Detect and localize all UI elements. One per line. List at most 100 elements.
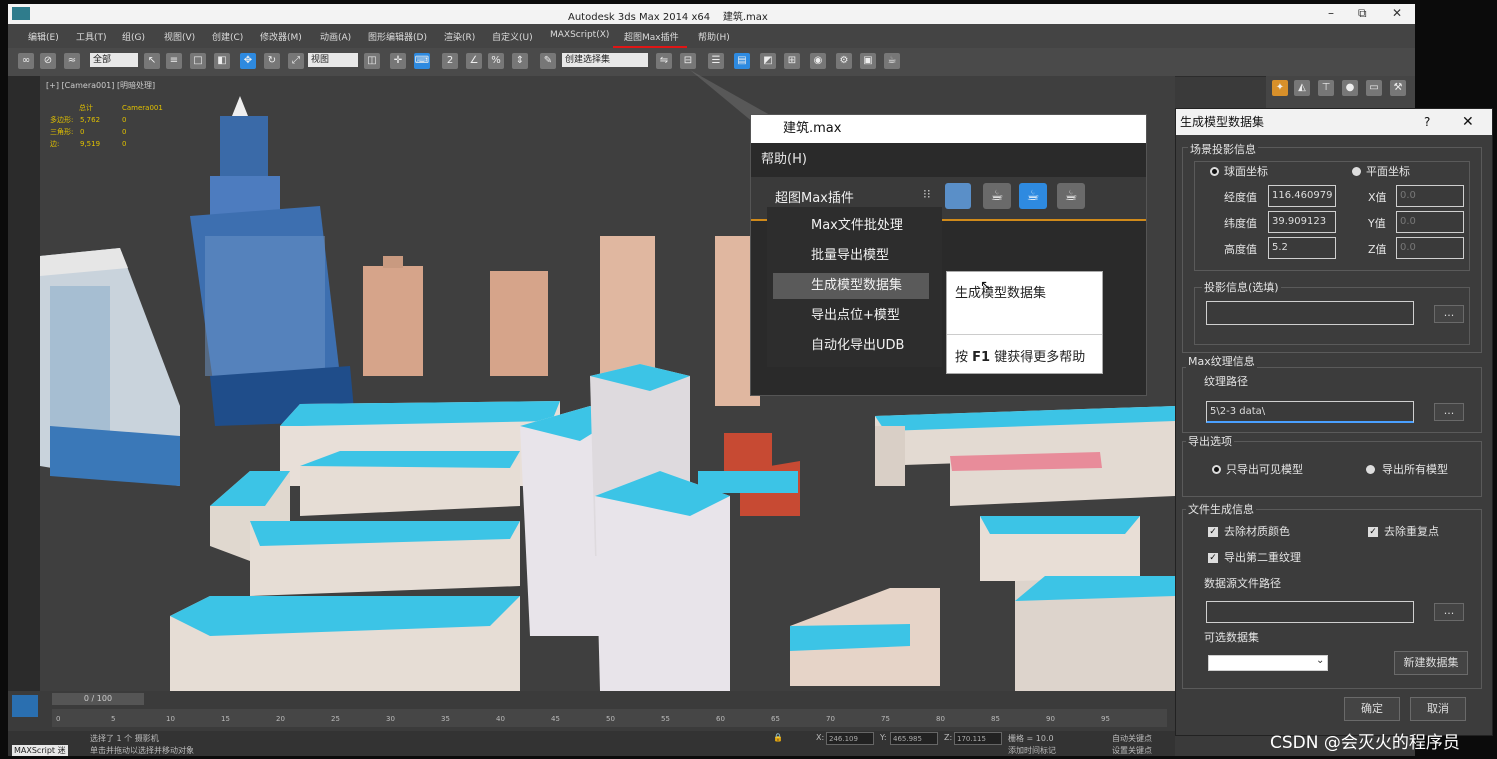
rect-region-icon[interactable]: □ (190, 53, 206, 69)
render-setup-icon[interactable]: ⚙ (836, 53, 852, 69)
dataset-icon[interactable] (945, 183, 971, 209)
z-coord-field[interactable]: 170.115 (954, 732, 1002, 745)
menu-animation[interactable]: 动画(A) (320, 30, 351, 43)
lock-icon[interactable]: 🔒 (773, 733, 783, 742)
radio-export-all[interactable] (1366, 465, 1375, 474)
menu-item-batch-process[interactable]: Max文件批处理 (773, 213, 929, 239)
radio-visible-only[interactable] (1212, 465, 1221, 474)
menu-create[interactable]: 创建(C) (212, 30, 243, 43)
lon-field[interactable]: 116.460979 (1268, 185, 1336, 207)
viewport-label[interactable]: [+] [Camera001] [明暗处理] (46, 80, 155, 91)
menu-help[interactable]: 帮助(H) (698, 30, 730, 43)
unlink-icon[interactable]: ⊘ (40, 53, 56, 69)
menu-item-generate-dataset[interactable]: 生成模型数据集 (773, 273, 929, 299)
auto-key-button[interactable]: 自动关键点 (1112, 733, 1152, 744)
menu-edit[interactable]: 编辑(E) (28, 30, 59, 43)
menu-item-auto-export-udb[interactable]: 自动化导出UDB (773, 333, 929, 359)
menu-modifiers[interactable]: 修改器(M) (260, 30, 302, 43)
select-scale-icon[interactable]: ⤢ (288, 53, 304, 69)
select-by-name-icon[interactable]: ≡ (166, 53, 182, 69)
select-object-icon[interactable]: ↖ (144, 53, 160, 69)
render-production-icon[interactable]: ☕ (884, 53, 900, 69)
menu-item-batch-export[interactable]: 批量导出模型 (773, 243, 929, 269)
radio-sphere[interactable] (1210, 167, 1219, 176)
selection-filter-dropdown[interactable]: 全部 (90, 53, 138, 67)
projection-browse-button[interactable]: ... (1434, 305, 1464, 323)
close-icon[interactable]: ✕ (1392, 6, 1402, 20)
align-icon[interactable]: ⊟ (680, 53, 696, 69)
chk-remove-material-color[interactable]: ✓ (1208, 527, 1218, 537)
percent-snap-icon[interactable]: % (488, 53, 504, 69)
add-time-tag[interactable]: 添加时间标记 (1008, 745, 1056, 756)
ok-button[interactable]: 确定 (1344, 697, 1400, 721)
popup-plugin-menu[interactable]: 超图Max插件 (775, 187, 854, 206)
display-panel-icon[interactable]: ▭ (1366, 80, 1382, 96)
material-editor-icon[interactable]: ◉ (810, 53, 826, 69)
menu-tools[interactable]: 工具(T) (76, 30, 107, 43)
y-coord-field[interactable]: 465.985 (890, 732, 938, 745)
edit-named-selection-icon[interactable]: ✎ (540, 53, 556, 69)
schematic-view-icon[interactable]: ⊞ (784, 53, 800, 69)
cancel-button[interactable]: 取消 (1410, 697, 1466, 721)
curve-editor-icon[interactable]: ◩ (760, 53, 776, 69)
spinner-snap-icon[interactable]: ⇕ (512, 53, 528, 69)
texture-path-field[interactable]: 5\2-3 data\ (1206, 401, 1414, 423)
track-bar[interactable]: 0 5 10 15 20 25 30 35 40 45 50 55 60 65 70 75 80 85 90 95 (52, 709, 1167, 727)
maxscript-listener[interactable]: MAXScript 迷 (12, 745, 68, 756)
popup-help-menu[interactable]: 帮助(H) (751, 147, 1146, 173)
datasource-browse-button[interactable]: ... (1434, 603, 1464, 621)
link-icon[interactable]: ∞ (18, 53, 34, 69)
menu-view[interactable]: 视图(V) (164, 30, 195, 43)
pivot-center-icon[interactable]: ◫ (364, 53, 380, 69)
menu-supermap-plugin[interactable]: 超图Max插件 (624, 30, 679, 43)
x-field[interactable]: 0.0 (1396, 185, 1464, 207)
bind-spacewarp-icon[interactable]: ≈ (64, 53, 80, 69)
select-rotate-icon[interactable]: ↻ (264, 53, 280, 69)
hierarchy-panel-icon[interactable]: ⊤ (1318, 80, 1334, 96)
lat-field[interactable]: 39.909123 (1268, 211, 1336, 233)
menu-group[interactable]: 组(G) (122, 30, 145, 43)
scene-explorer-icon[interactable]: ▤ (734, 53, 750, 69)
modify-panel-icon[interactable]: ◭ (1294, 80, 1310, 96)
chk-second-texture[interactable]: ✓ (1208, 553, 1218, 563)
utilities-panel-icon[interactable]: ⚒ (1390, 80, 1406, 96)
menu-item-export-points[interactable]: 导出点位+模型 (773, 303, 929, 329)
x-coord-field[interactable]: 246.109 (826, 732, 874, 745)
optional-dataset-dropdown[interactable] (1208, 655, 1328, 671)
menu-customize[interactable]: 自定义(U) (492, 30, 533, 43)
minimize-icon[interactable]: – (1328, 6, 1334, 20)
maximize-icon[interactable]: ⧉ (1358, 6, 1367, 21)
mirror-icon[interactable]: ⇋ (656, 53, 672, 69)
menu-maxscript[interactable]: MAXScript(X) (550, 30, 609, 40)
datasource-path-field[interactable] (1206, 601, 1414, 623)
window-crossing-icon[interactable]: ◧ (214, 53, 230, 69)
alt-field[interactable]: 5.2 (1268, 237, 1336, 259)
layer-manager-icon[interactable]: ☰ (708, 53, 724, 69)
select-move-icon[interactable]: ✥ (240, 53, 256, 69)
reference-coord-dropdown[interactable]: 视图 (308, 53, 358, 67)
angle-snap-icon[interactable]: ∠ (466, 53, 482, 69)
projection-info-field[interactable] (1206, 301, 1414, 325)
create-panel-icon[interactable]: ✦ (1272, 80, 1288, 96)
z-field[interactable]: 0.0 (1396, 237, 1464, 259)
dialog-close-button[interactable]: ✕ (1462, 109, 1474, 135)
snaps-toggle-icon[interactable]: 2 (442, 53, 458, 69)
mini-curve-icon[interactable] (12, 695, 38, 717)
dialog-help-button[interactable]: ? (1424, 109, 1430, 135)
frame-slider[interactable]: 0 / 100 (52, 693, 144, 705)
texture-browse-button[interactable]: ... (1434, 403, 1464, 421)
y-field[interactable]: 0.0 (1396, 211, 1464, 233)
motion-panel-icon[interactable]: ● (1342, 80, 1358, 96)
set-key-button[interactable]: 设置关键点 (1112, 745, 1152, 756)
radio-plane[interactable] (1352, 167, 1361, 176)
menu-graph-editors[interactable]: 图形编辑器(D) (368, 30, 427, 43)
menu-rendering[interactable]: 渲染(R) (444, 30, 475, 43)
keyboard-shortcut-icon[interactable]: ⌨ (414, 53, 430, 69)
named-selection-dropdown[interactable]: 创建选择集 (562, 53, 648, 67)
app-logo-icon[interactable] (12, 7, 30, 20)
select-manipulate-icon[interactable]: ✛ (390, 53, 406, 69)
rendered-frame-icon[interactable]: ▣ (860, 53, 876, 69)
rendered-frame-icon[interactable]: ☕ (1019, 183, 1047, 209)
render-production-icon[interactable]: ☕ (1057, 183, 1085, 209)
new-dataset-button[interactable]: 新建数据集 (1394, 651, 1468, 675)
